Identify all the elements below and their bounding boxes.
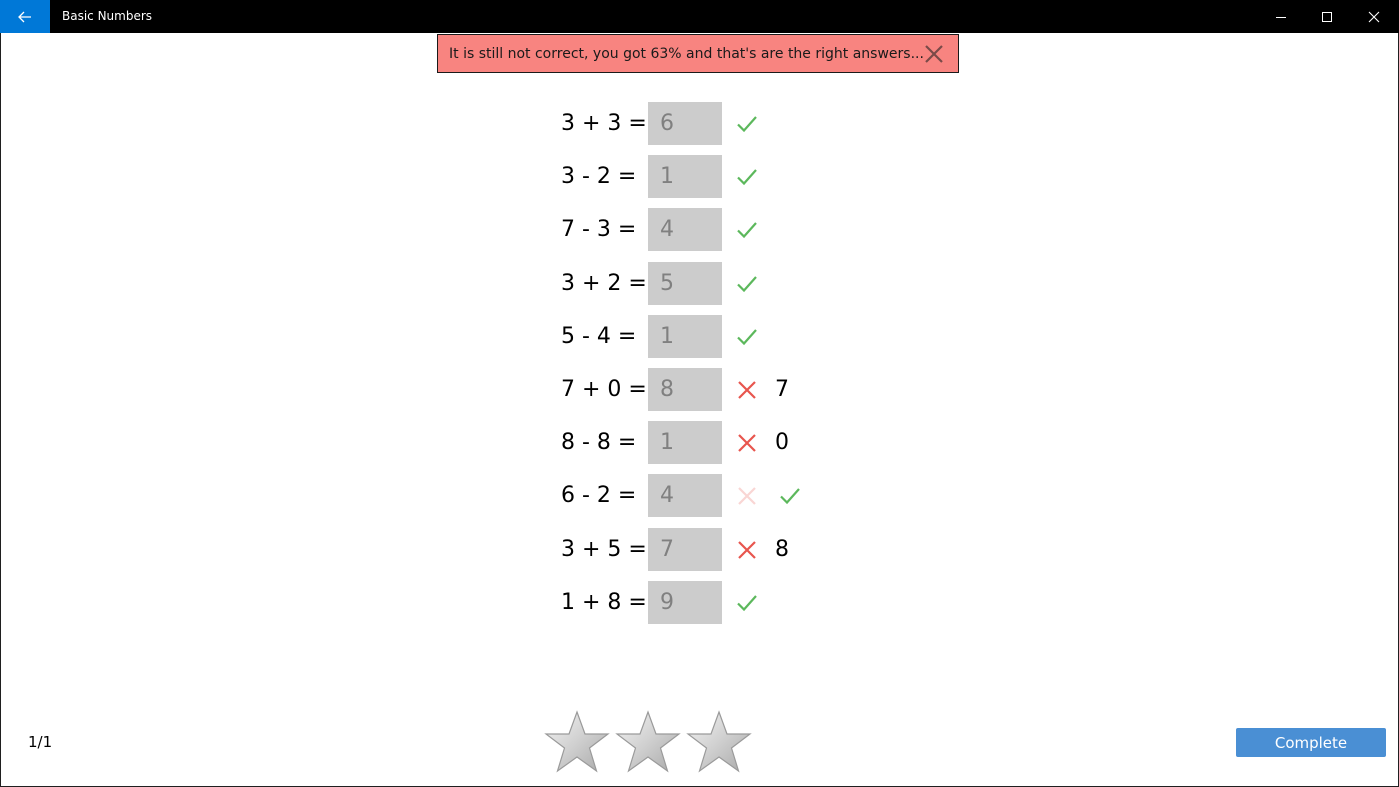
problem-row: 8 - 8 = 1 0 xyxy=(0,421,900,465)
star-empty-icon xyxy=(544,710,610,773)
problem-row: 7 - 3 = 4 xyxy=(0,208,900,252)
result-notification: It is still not correct, you got 63% and… xyxy=(437,34,959,73)
answer-input[interactable]: 4 xyxy=(648,474,722,517)
answer-value: 1 xyxy=(660,164,674,189)
problem-row: 3 + 5 = 7 8 xyxy=(0,528,900,572)
problem-expression: 7 - 3 = xyxy=(561,217,637,242)
correct-answer: 7 xyxy=(775,377,789,402)
check-icon xyxy=(780,488,800,505)
problem-expression: 8 - 8 = xyxy=(561,430,637,455)
notification-text: It is still not correct, you got 63% and… xyxy=(449,46,924,62)
answer-value: 5 xyxy=(660,271,674,296)
notification-close-button[interactable] xyxy=(924,44,944,64)
answer-value: 4 xyxy=(660,217,674,242)
back-button[interactable] xyxy=(0,0,50,33)
problem-row: 3 + 2 = 5 xyxy=(0,262,900,306)
close-icon xyxy=(925,45,943,63)
problem-expression: 7 + 0 = xyxy=(561,377,647,402)
star-empty-icon xyxy=(615,710,681,773)
answer-input[interactable]: 9 xyxy=(648,581,722,624)
answer-value: 4 xyxy=(660,483,674,508)
answer-value: 1 xyxy=(660,324,674,349)
problem-row: 7 + 0 = 8 7 xyxy=(0,368,900,412)
check-icon xyxy=(737,222,757,239)
answer-value: 8 xyxy=(660,377,674,402)
check-icon xyxy=(737,276,757,293)
problem-expression: 3 + 3 = xyxy=(561,111,647,136)
problem-row: 6 - 2 = 4 xyxy=(0,474,900,518)
problem-expression: 6 - 2 = xyxy=(561,483,637,508)
answer-input[interactable]: 7 xyxy=(648,528,722,571)
answer-input[interactable]: 8 xyxy=(648,368,722,411)
star-rating xyxy=(544,710,754,776)
maximize-button[interactable] xyxy=(1304,0,1350,33)
cross-faded-icon xyxy=(738,487,756,505)
check-icon xyxy=(737,595,757,612)
problem-row: 1 + 8 = 9 xyxy=(0,581,900,625)
cross-icon xyxy=(738,541,756,559)
maximize-icon xyxy=(1322,11,1332,22)
problem-expression: 3 + 2 = xyxy=(561,271,647,296)
problem-expression: 1 + 8 = xyxy=(561,590,647,615)
answer-input[interactable]: 1 xyxy=(648,155,722,198)
check-icon xyxy=(737,116,757,133)
answer-value: 1 xyxy=(660,430,674,455)
complete-button[interactable]: Complete xyxy=(1236,728,1386,757)
answer-input[interactable]: 5 xyxy=(648,262,722,305)
answer-input[interactable]: 4 xyxy=(648,208,722,251)
problem-row: 3 - 2 = 1 xyxy=(0,155,900,199)
close-icon xyxy=(1368,11,1380,22)
minimize-button[interactable] xyxy=(1258,0,1304,33)
answer-input[interactable]: 1 xyxy=(648,315,722,358)
problem-expression: 5 - 4 = xyxy=(561,324,637,349)
correct-answer: 8 xyxy=(775,537,789,562)
correct-answer: 0 xyxy=(775,430,789,455)
minimize-icon xyxy=(1276,16,1286,18)
answer-input[interactable]: 1 xyxy=(648,421,722,464)
problem-row: 5 - 4 = 1 xyxy=(0,315,900,359)
problem-expression: 3 + 5 = xyxy=(561,537,647,562)
title-bar: Basic Numbers xyxy=(0,0,1399,33)
app-title: Basic Numbers xyxy=(62,9,153,23)
close-window-button[interactable] xyxy=(1351,0,1397,33)
check-icon xyxy=(737,329,757,346)
answer-value: 6 xyxy=(660,111,674,136)
problem-expression: 3 - 2 = xyxy=(561,164,637,189)
problem-row: 3 + 3 = 6 xyxy=(0,102,900,146)
page-indicator: 1/1 xyxy=(28,733,53,751)
cross-icon xyxy=(738,434,756,452)
cross-icon xyxy=(738,381,756,399)
answer-input[interactable]: 6 xyxy=(648,102,722,145)
check-icon xyxy=(737,169,757,186)
answer-value: 7 xyxy=(660,537,674,562)
answer-value: 9 xyxy=(660,590,674,615)
star-empty-icon xyxy=(686,710,752,773)
arrow-left-icon xyxy=(18,11,31,22)
